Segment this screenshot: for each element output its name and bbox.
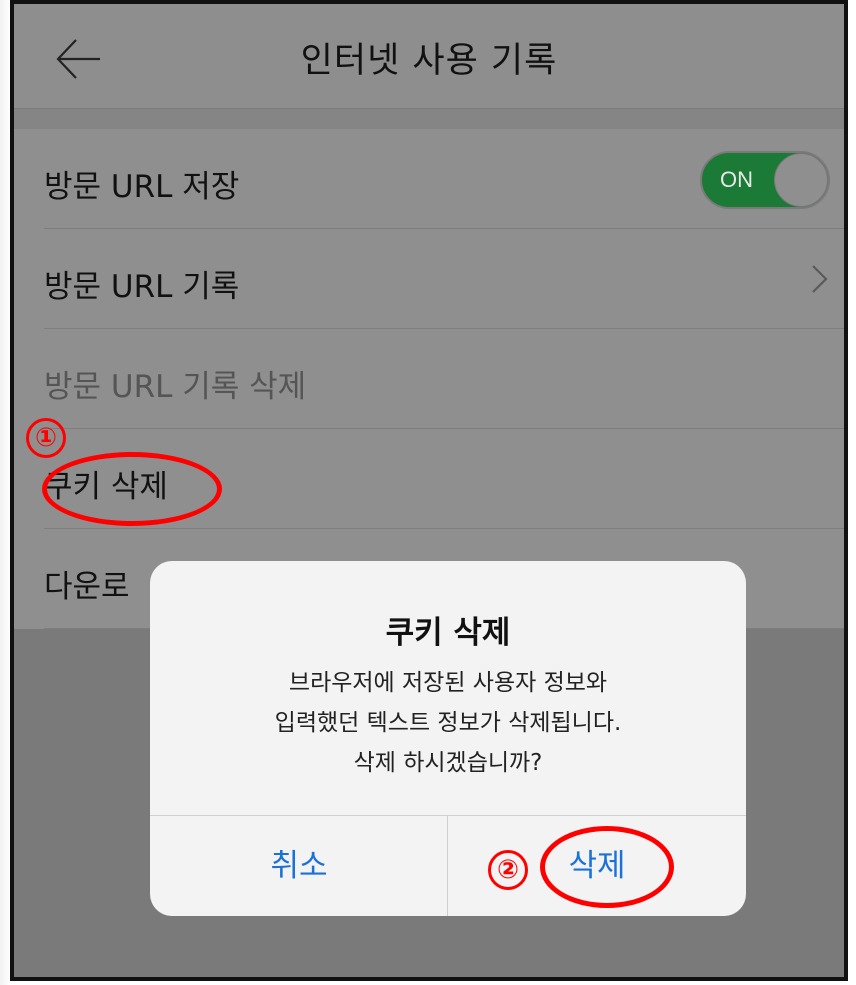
dialog-message-line: 삭제 하시겠습니까? [353, 750, 543, 776]
section-gap [14, 109, 844, 129]
dialog-message-line: 브라우저에 저장된 사용자 정보와 [288, 670, 608, 696]
dialog-message: 브라우저에 저장된 사용자 정보와 입력했던 텍스트 정보가 삭제됩니다. 삭제… [150, 663, 746, 783]
dialog-button-bar: 취소 삭제 [150, 815, 746, 916]
setting-row-url-history[interactable]: 방문 URL 기록 [14, 229, 844, 329]
settings-list: 방문 URL 저장 ON 방문 URL 기록 방문 URL 기록 삭제 쿠키 삭… [14, 129, 844, 629]
step-1-marker: ① [26, 418, 66, 458]
setting-label: 쿠키 삭제 [44, 469, 168, 505]
dialog-message-line: 입력했던 텍스트 정보가 삭제됩니다. [274, 710, 622, 736]
setting-row-save-url[interactable]: 방문 URL 저장 ON [14, 129, 844, 229]
toggle-knob [774, 153, 828, 207]
setting-label: 방문 URL 기록 [44, 269, 240, 305]
screenshot-frame: 인터넷 사용 기록 방문 URL 저장 ON 방문 URL 기록 방문 URL … [10, 0, 848, 981]
setting-label: 방문 URL 기록 삭제 [44, 369, 307, 405]
toggle-state-label: ON [720, 167, 753, 192]
chevron-right-icon [812, 265, 828, 293]
setting-label: 방문 URL 저장 [44, 169, 240, 205]
save-url-toggle[interactable]: ON [700, 151, 830, 209]
dialog-title: 쿠키 삭제 [385, 615, 511, 651]
setting-label: 다운로 [44, 569, 130, 605]
cookie-delete-dialog: 쿠키 삭제 브라우저에 저장된 사용자 정보와 입력했던 텍스트 정보가 삭제됩… [150, 561, 746, 916]
setting-row-delete-url-history[interactable]: 방문 URL 기록 삭제 [14, 329, 844, 429]
header-bar: 인터넷 사용 기록 [14, 4, 844, 109]
page-title: 인터넷 사용 기록 [300, 41, 558, 81]
step-2-marker: ② [488, 850, 528, 890]
cancel-button[interactable]: 취소 [150, 816, 448, 916]
setting-row-delete-cookies[interactable]: 쿠키 삭제 [14, 429, 844, 529]
